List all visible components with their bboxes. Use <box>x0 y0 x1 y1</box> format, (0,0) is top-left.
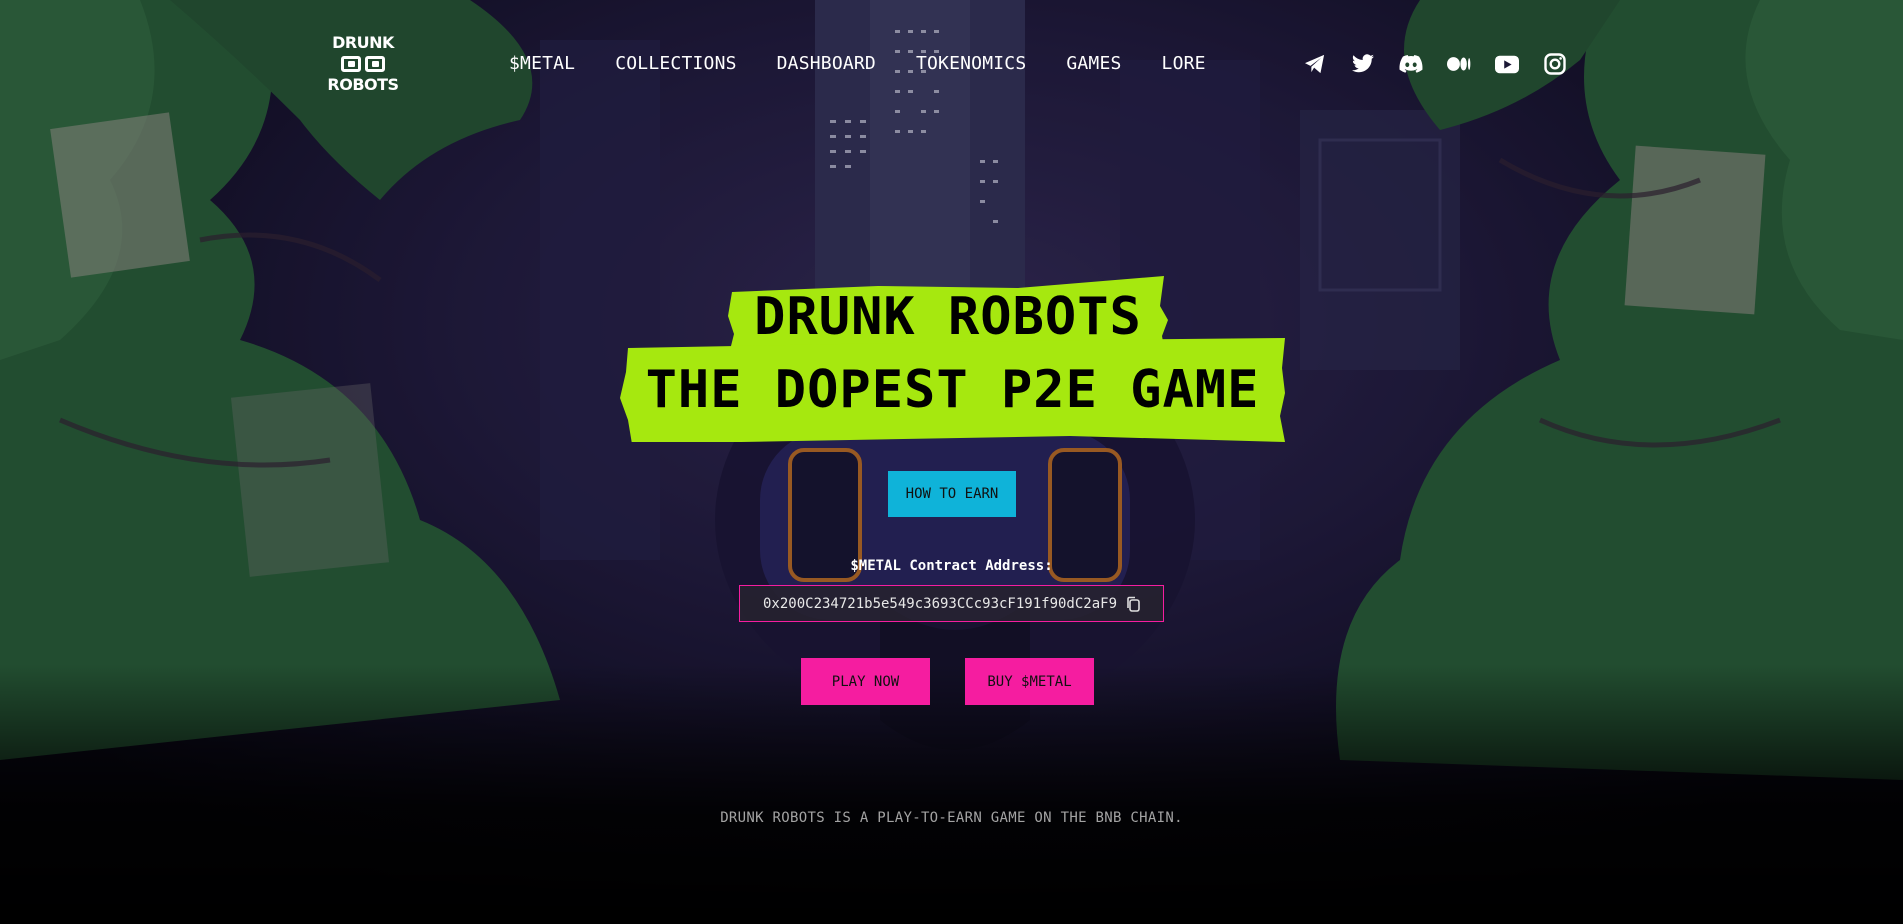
twitter-icon[interactable] <box>1351 52 1375 76</box>
contract-address-field[interactable]: 0x200C234721b5e549c3693CCc93cF191f90dC2a… <box>739 585 1164 622</box>
hero-title-line1: DRUNK ROBOTS <box>728 276 1168 358</box>
copy-icon[interactable] <box>1125 596 1141 613</box>
logo-text-top: DRUNK <box>332 33 394 52</box>
contract-address-label: $METAL Contract Address: <box>850 558 1053 574</box>
logo[interactable]: DRUNK ROBOTS <box>327 33 399 93</box>
main-nav: $METAL COLLECTIONS DASHBOARD TOKENOMICS … <box>509 53 1206 75</box>
nav-item-games[interactable]: GAMES <box>1066 53 1121 75</box>
hero-tagline: DRUNK ROBOTS IS A PLAY-TO-EARN GAME ON T… <box>720 810 1183 826</box>
nav-item-metal[interactable]: $METAL <box>509 53 575 75</box>
background-fade <box>0 664 1903 924</box>
nav-item-lore[interactable]: LORE <box>1162 53 1206 75</box>
play-now-button[interactable]: PLAY NOW <box>801 658 930 705</box>
nav-item-dashboard[interactable]: DASHBOARD <box>777 53 876 75</box>
nav-item-tokenomics[interactable]: TOKENOMICS <box>916 53 1026 75</box>
instagram-icon[interactable] <box>1543 52 1567 76</box>
discord-icon[interactable] <box>1399 52 1423 76</box>
hero-title-line2: THE DOPEST P2E GAME <box>620 338 1285 442</box>
how-to-earn-button[interactable]: HOW TO EARN <box>888 471 1016 517</box>
youtube-icon[interactable] <box>1495 52 1519 76</box>
contract-address-value: 0x200C234721b5e549c3693CCc93cF191f90dC2a… <box>763 595 1118 612</box>
social-links <box>1303 52 1567 76</box>
logo-eyes-icon <box>341 55 385 73</box>
hero-background <box>0 0 1903 924</box>
buy-metal-button[interactable]: BUY $METAL <box>965 658 1094 705</box>
medium-icon[interactable] <box>1447 52 1471 76</box>
telegram-icon[interactable] <box>1303 52 1327 76</box>
logo-text-bottom: ROBOTS <box>327 75 399 94</box>
nav-item-collections[interactable]: COLLECTIONS <box>615 53 736 75</box>
site-header: DRUNK ROBOTS $METAL COLLECTIONS DASHBOAR… <box>0 0 1903 130</box>
